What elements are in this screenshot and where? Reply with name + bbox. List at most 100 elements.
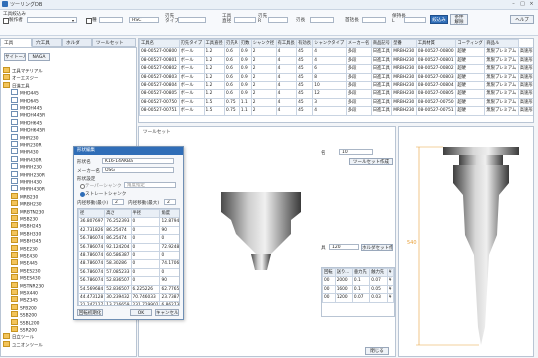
column-header[interactable]: 有工具長	[275, 39, 298, 49]
tree-item[interactable]: MSBH330	[11, 229, 41, 237]
edge-type-select[interactable]	[178, 17, 206, 23]
column-header[interactable]: 径	[78, 209, 106, 219]
shape-row[interactable]: 48.786074 60.586387 0 0	[78, 251, 179, 261]
tree-item[interactable]: MSE430	[11, 252, 38, 260]
tree-item[interactable]: MHR430R	[11, 155, 42, 163]
column-header[interactable]: 刃先タイプ	[178, 39, 205, 49]
tree-item[interactable]: MHDH645R	[11, 126, 45, 134]
inner-dia-max-input[interactable]: 2	[164, 199, 176, 205]
column-header[interactable]: 工具材質	[415, 39, 457, 49]
minimize-button[interactable]: –	[510, 1, 517, 7]
column-header[interactable]: 高さ	[104, 209, 132, 219]
tree-item[interactable]: SSR200	[11, 326, 37, 334]
maximize-button[interactable]: □	[519, 1, 526, 7]
length-input[interactable]	[310, 17, 334, 23]
tree-item[interactable]: MHRH430R	[11, 185, 45, 193]
tree-item[interactable]: MSE445	[11, 259, 38, 267]
tree-item[interactable]: MHR430	[11, 148, 39, 156]
hsc-select[interactable]: HSC	[129, 17, 159, 23]
cancel-button[interactable]: キャンセル	[155, 309, 179, 316]
tree-item[interactable]: MRBTN230	[11, 207, 44, 215]
column-header[interactable]: 触力先	[369, 268, 388, 278]
tree-item[interactable]: 日進工具	[3, 81, 30, 89]
tree-item[interactable]: MSB230	[11, 215, 38, 223]
tab-tools[interactable]: 工具	[0, 38, 32, 47]
column-header[interactable]: 回転	[322, 268, 336, 278]
table-row[interactable]: 08-00527-00801 ボール 1.2 0.6 0.9 2 4 45 4 多段 日進工具 MRB…	[139, 55, 533, 66]
maker-input[interactable]: OSG	[102, 167, 174, 173]
close-button[interactable]: ×	[528, 1, 535, 7]
maker-select[interactable]	[27, 17, 77, 23]
tree-item[interactable]: SFB200	[11, 303, 37, 311]
tree-item[interactable]: MSX440	[11, 289, 38, 297]
tree-item[interactable]: SSBL200	[11, 318, 39, 326]
column-header[interactable]: メーカー名	[345, 39, 372, 49]
tree-item[interactable]: MHDH445R	[11, 111, 45, 119]
search-button[interactable]: 絞込み	[430, 15, 448, 24]
tree-item[interactable]: MSZ345	[11, 296, 38, 304]
toolset-number-input[interactable]: 10	[339, 149, 373, 155]
condition-row[interactable]: 00 1600 0.1 0.05 ¥	[322, 284, 394, 295]
naga-button[interactable]: NAGA	[28, 53, 50, 61]
shape-table[interactable]: 径高さ半径角度36.80769776.252393012.87941542.73…	[78, 209, 179, 305]
column-header[interactable]: 商品記号	[370, 39, 393, 49]
tree-item[interactable]: SSB200	[11, 311, 37, 319]
tab-toolsets[interactable]: ツールセット	[92, 38, 136, 47]
tree-item[interactable]: MSES430	[11, 274, 41, 282]
tab-holders[interactable]: ホルダ	[62, 38, 92, 47]
tree-item[interactable]: MSTNR230	[11, 281, 44, 289]
shape-row[interactable]: 36.80769776.252393012.879415	[78, 217, 179, 227]
ok-button[interactable]: OK	[130, 309, 152, 316]
table-row[interactable]: 08-00527-00805 ボール 1.2 0.6 0.9 2 4 45 12 多段 日進工具 MR…	[139, 89, 533, 99]
diameter-input[interactable]	[234, 17, 256, 23]
tree-item[interactable]: オーエスジー	[3, 74, 38, 82]
tree-item[interactable]: ユニオンツール	[3, 340, 43, 348]
cutting-conditions-table[interactable]: 回転 送り... 垂力先 触力先 ¥00 2000 0.1 0.07 ¥00 1600 0.1 0.0…	[322, 268, 394, 303]
tree-item[interactable]: MHRH230R	[11, 170, 45, 178]
neck-length-input[interactable]	[362, 17, 386, 23]
tree-item[interactable]: MRB230	[11, 192, 38, 200]
condition-row[interactable]: 00 1200 0.07 0.03 ¥	[322, 293, 394, 303]
help-button[interactable]: ヘルプ	[510, 15, 534, 24]
clear-button[interactable]: 条件 解除	[450, 14, 468, 25]
reset-rotation-button[interactable]: 回転初期化	[77, 309, 103, 316]
column-header[interactable]: 工具直径	[203, 39, 226, 49]
column-header[interactable]: 工具名	[139, 39, 180, 49]
toolset-create-button[interactable]: ツールセット作成	[349, 158, 393, 165]
column-header[interactable]: 有効長	[296, 39, 314, 49]
column-header[interactable]: 型番	[391, 39, 417, 49]
column-header[interactable]: 半径	[130, 209, 161, 219]
close-toolset-button[interactable]: 閉じる	[365, 347, 389, 355]
column-header[interactable]: 角度	[159, 209, 179, 219]
shape-row[interactable]: 56.786074 52.836507 0 90	[78, 276, 179, 286]
tree-item[interactable]: MSES230	[11, 266, 41, 274]
tree-item[interactable]: MRBH230	[11, 200, 42, 208]
tree-item[interactable]: MSBH245	[11, 222, 41, 230]
tree-item[interactable]: MHD645	[11, 96, 39, 104]
column-header[interactable]: 刃数	[238, 39, 252, 49]
tree-item[interactable]: MHDH445	[11, 104, 42, 112]
column-header[interactable]: ¥	[386, 268, 394, 278]
column-header[interactable]: 送り...	[334, 268, 353, 278]
tree-item[interactable]: MHR230	[11, 133, 39, 141]
table-row[interactable]: 08-00527-00802 ボール 1.2 0.6 0.9 2 4 45 6 多段 日進工具 MRB…	[139, 64, 533, 74]
category-select[interactable]	[99, 17, 123, 23]
condition-row[interactable]: 00 2000 0.1 0.07 ¥	[322, 276, 394, 286]
holder-input[interactable]: 120	[329, 244, 359, 250]
column-header[interactable]: シャンクタイプ	[312, 39, 347, 49]
shape-row[interactable]: 56.786074 57.085233 0 0	[78, 267, 179, 278]
shape-row[interactable]: 48.786074 58.30286 0 74.17062	[78, 259, 179, 269]
shape-name-input[interactable]: K16-14AKBa	[102, 158, 174, 164]
tree-item[interactable]: MHDH645	[11, 118, 42, 126]
table-row[interactable]: 08-00527-00751 ボール 1.5 0.75 1.1 2 4 45 4 多段 日進工具 MR…	[139, 106, 533, 116]
tree-item[interactable]: MHRH430	[11, 178, 42, 186]
sitool-button[interactable]: サイトール	[4, 53, 26, 61]
column-header[interactable]: 垂力先	[351, 268, 371, 278]
corner-r-input[interactable]	[268, 17, 288, 23]
column-header[interactable]: 刃先R	[224, 39, 240, 49]
angle-select[interactable]: 角度指定	[124, 182, 176, 188]
tree-item[interactable]: 工具マテリアル	[3, 67, 43, 75]
tree-item[interactable]: MHD445	[11, 89, 39, 97]
shape-row[interactable]: 21.247127 13.716659 231.729902 6.862735	[78, 301, 179, 305]
tool-table[interactable]: 工具名 刃先タイプ 工具直径 刃先R 刃数 シャンク径 有工具長 有効長 シャンクタイプ メーカー…	[139, 39, 533, 116]
